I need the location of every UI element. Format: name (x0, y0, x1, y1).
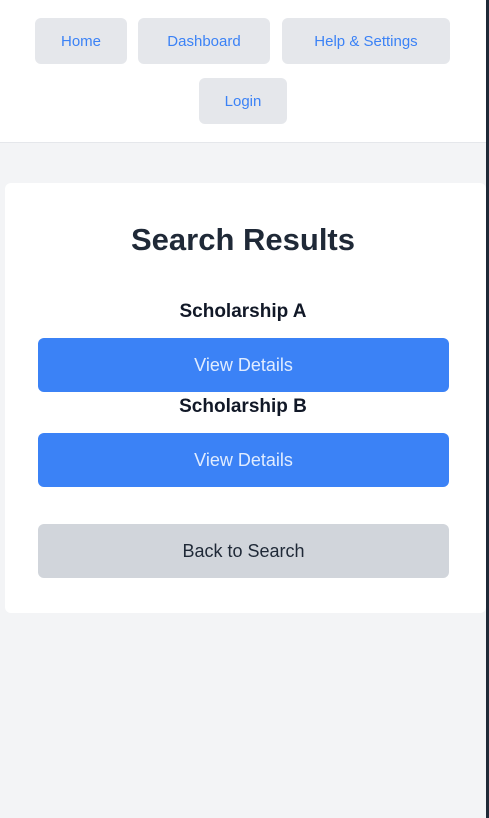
result-title-scholarship-a: Scholarship A (179, 301, 307, 322)
nav-home-button[interactable]: Home (35, 18, 127, 64)
nav-help-settings-button[interactable]: Help & Settings (282, 18, 450, 64)
app-window: Home Dashboard Help & Settings Login Sea… (0, 0, 489, 818)
nav-login-button[interactable]: Login (199, 78, 287, 124)
back-to-search-button[interactable]: Back to Search (38, 524, 449, 578)
view-details-button-scholarship-a[interactable]: View Details (38, 338, 449, 392)
top-navigation: Home Dashboard Help & Settings Login (0, 0, 486, 143)
view-details-button-scholarship-b[interactable]: View Details (38, 433, 449, 487)
page-title: Search Results (131, 222, 355, 257)
nav-dashboard-button[interactable]: Dashboard (138, 18, 270, 64)
result-title-scholarship-b: Scholarship B (179, 396, 307, 417)
